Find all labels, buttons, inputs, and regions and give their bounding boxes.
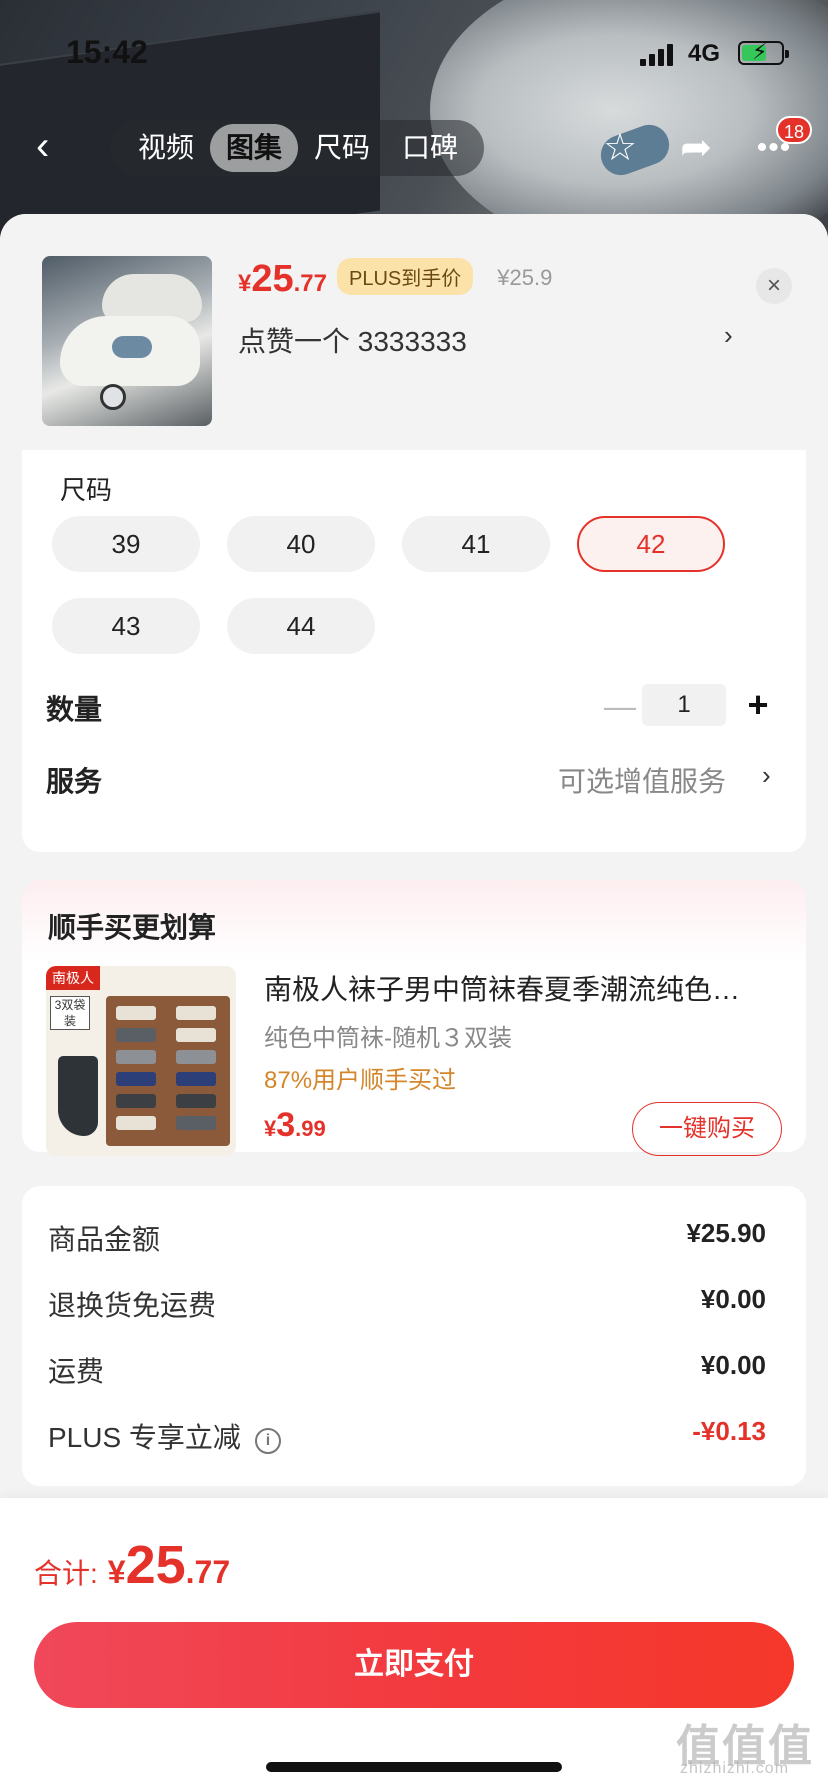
quantity-label: 数量 — [46, 694, 103, 725]
status-bar: 15:42 4G ⚡ — [0, 0, 828, 100]
summary-label: 退换货免运费 — [48, 1290, 217, 1321]
share-icon[interactable]: ➦ — [674, 126, 718, 170]
brand-logo: 南极人 — [46, 966, 100, 990]
size-option-43[interactable]: 43 — [52, 598, 200, 654]
pack-tag: 3双袋装 — [50, 996, 90, 1030]
size-option-42[interactable]: 42 — [577, 516, 725, 572]
total-label: 合计: — [34, 1558, 98, 1589]
signal-icon — [640, 44, 674, 66]
tab-video[interactable]: 视频 — [122, 124, 210, 172]
selected-variant[interactable]: 点赞一个 3333333 — [238, 320, 748, 360]
summary-value: ¥0.00 — [700, 1350, 766, 1380]
watermark-url: zhizhizhi.com — [680, 1760, 790, 1777]
size-option-44[interactable]: 44 — [227, 598, 375, 654]
quantity-input[interactable]: 1 — [642, 684, 726, 726]
current-price: ¥25.77 — [238, 258, 328, 300]
addon-purchase-rate: 87%用户顺手买过 — [264, 1067, 457, 1094]
product-thumbnail[interactable] — [42, 256, 212, 426]
top-nav: ‹ 视频 图集 尺码 口碑 ☆ ➦ ••• — [0, 118, 828, 178]
home-indicator[interactable] — [266, 1762, 562, 1772]
close-icon[interactable]: × — [756, 268, 792, 304]
summary-value: ¥25.90 — [686, 1218, 766, 1248]
original-price: ¥25.9 — [497, 265, 553, 290]
quantity-minus-button[interactable]: — — [600, 686, 640, 726]
summary-label: 商品金额 — [48, 1224, 161, 1255]
summary-value: ¥0.00 — [700, 1284, 766, 1314]
price-summary-card: 商品金额 ¥25.90 退换货免运费 ¥0.00 运费 ¥0.00 PLUS 专… — [22, 1186, 806, 1486]
info-icon[interactable]: i — [254, 1428, 281, 1454]
battery-icon: ⚡ — [738, 39, 789, 65]
addon-product-name[interactable]: 南极人袜子男中筒袜春夏季潮流纯色… — [264, 968, 784, 1008]
price-line: ¥25.77 PLUS到手价 ¥25.9 — [238, 258, 552, 308]
chevron-right-icon[interactable]: › — [724, 320, 733, 351]
product-header: ¥25.77 PLUS到手价 ¥25.9 × 点赞一个 3333333 › — [0, 214, 828, 454]
service-value[interactable]: 可选增值服务 — [558, 760, 726, 800]
summary-value-discount: -¥0.13 — [692, 1416, 766, 1446]
media-tabs: 视频 图集 尺码 口碑 — [110, 120, 485, 176]
one-click-buy-button[interactable]: 一键购买 — [632, 1102, 782, 1156]
message-count-badge: 18 — [776, 116, 813, 144]
size-option-40[interactable]: 40 — [227, 516, 375, 572]
summary-row: PLUS 专享立减 i -¥0.13 — [48, 1416, 766, 1456]
addon-product-image[interactable]: 南极人 3双袋装 — [46, 966, 236, 1156]
back-arrow-icon[interactable]: ‹ — [36, 126, 76, 170]
checkout-bar: 合计: ¥25.77 立即支付 值值值 zhizhizhi.com — [0, 1498, 828, 1792]
addon-card: 顺手买更划算 南极人 3双袋装 南极人袜子男中筒袜春夏季潮流纯色… 纯色中筒袜-… — [22, 880, 806, 1156]
options-card: 尺码 39 40 41 42 43 44 数量 — 1 + 服务 可选增值服务 … — [22, 450, 806, 852]
addon-title: 顺手买更划算 — [48, 912, 217, 943]
service-label: 服务 — [46, 766, 103, 797]
summary-row: 运费 ¥0.00 — [48, 1350, 766, 1390]
tab-size[interactable]: 尺码 — [298, 124, 386, 172]
total-price: 合计: ¥25.77 — [34, 1535, 231, 1595]
summary-label-plus: PLUS 专享立减 i — [48, 1416, 281, 1456]
quantity-plus-button[interactable]: + — [738, 686, 778, 726]
addon-product-spec: 纯色中筒袜-随机３双装 — [264, 1025, 512, 1052]
pay-now-button[interactable]: 立即支付 — [34, 1622, 794, 1708]
summary-row: 商品金额 ¥25.90 — [48, 1218, 766, 1258]
network-label: 4G — [688, 40, 721, 67]
size-title: 尺码 — [60, 475, 113, 505]
summary-row: 退换货免运费 ¥0.00 — [48, 1284, 766, 1324]
tab-gallery[interactable]: 图集 — [210, 124, 299, 172]
size-option-41[interactable]: 41 — [402, 516, 550, 572]
chevron-right-icon[interactable]: › — [762, 760, 771, 791]
addon-price: ¥3.99 — [264, 1106, 326, 1144]
star-icon[interactable]: ☆ — [598, 126, 642, 170]
status-time: 15:42 — [66, 34, 148, 70]
summary-label: 运费 — [48, 1356, 105, 1387]
size-option-39[interactable]: 39 — [52, 516, 200, 572]
plus-price-tag: PLUS到手价 — [337, 258, 474, 295]
tab-reviews[interactable]: 口碑 — [386, 124, 474, 172]
